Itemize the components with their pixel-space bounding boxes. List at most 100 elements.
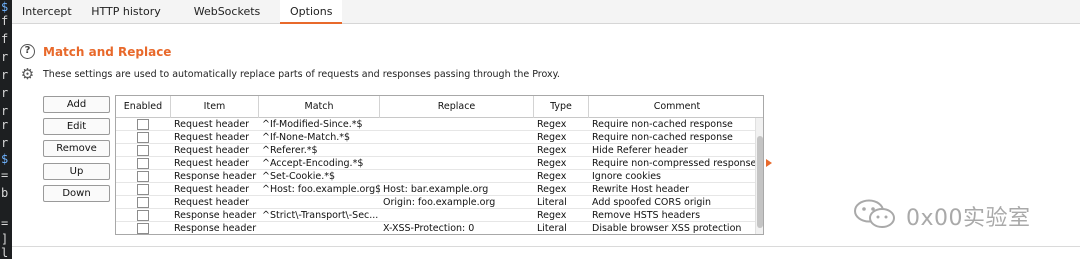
cell-replace bbox=[383, 118, 533, 131]
terminal-glyph: r bbox=[1, 136, 9, 150]
cell-item: Response header bbox=[174, 171, 257, 182]
column-header-comment[interactable]: Comment bbox=[589, 96, 763, 118]
enabled-checkbox[interactable] bbox=[137, 132, 149, 143]
cell-item: Request header bbox=[174, 145, 250, 156]
table-scrollbar[interactable] bbox=[755, 118, 763, 234]
cell-type: Regex bbox=[537, 171, 567, 182]
cell-type: Literal bbox=[537, 223, 567, 234]
table-row[interactable]: Request header Origin: foo.example.org Lit… bbox=[116, 196, 756, 209]
cell-type: Regex bbox=[537, 158, 567, 169]
watermark: 0x00实验室 bbox=[852, 197, 1072, 233]
cell-comment: Require non-cached response bbox=[592, 132, 733, 143]
tab-http-history[interactable]: HTTP history bbox=[79, 0, 173, 24]
tab-intercept[interactable]: Intercept bbox=[12, 0, 77, 24]
terminal-glyph: $ bbox=[1, 0, 9, 14]
remove-button[interactable]: Remove bbox=[43, 140, 110, 157]
table-row[interactable]: Response header ^Strict\-Transport\-Sec..… bbox=[116, 209, 756, 222]
enabled-checkbox[interactable] bbox=[137, 119, 149, 130]
cell-item: Response header bbox=[174, 223, 257, 234]
enabled-checkbox[interactable] bbox=[137, 145, 149, 156]
terminal-glyph: = bbox=[1, 216, 9, 230]
column-header-replace[interactable]: Replace bbox=[380, 96, 534, 118]
tab-options[interactable]: Options bbox=[280, 0, 342, 24]
cell-replace bbox=[383, 157, 533, 170]
terminal-glyph: f bbox=[1, 14, 9, 28]
table-row[interactable]: Request header ^Host: foo.example.org$ Hos… bbox=[116, 183, 756, 196]
watermark-text: 0x00实验室 bbox=[906, 206, 1031, 231]
expand-arrow-icon[interactable] bbox=[766, 159, 772, 167]
terminal-glyph: r bbox=[1, 104, 9, 118]
column-header-item[interactable]: Item bbox=[171, 96, 259, 118]
cell-replace: Host: bar.example.org bbox=[383, 184, 489, 195]
terminal-glyph: $ bbox=[1, 152, 9, 166]
cell-replace bbox=[383, 209, 533, 222]
down-button[interactable]: Down bbox=[43, 185, 110, 202]
cell-type: Regex bbox=[537, 119, 567, 130]
cell-replace bbox=[383, 144, 533, 157]
terminal-glyph: b bbox=[1, 186, 9, 200]
cell-replace: X-XSS-Protection: 0 bbox=[383, 223, 475, 234]
terminal-glyph: ] bbox=[1, 232, 9, 246]
cell-type: Literal bbox=[537, 197, 567, 208]
cell-replace bbox=[383, 131, 533, 144]
cell-type: Regex bbox=[537, 210, 567, 221]
cell-match: ^Host: foo.example.org$ bbox=[262, 184, 380, 195]
enabled-checkbox[interactable] bbox=[137, 184, 149, 195]
cell-match: ^Accept-Encoding.*$ bbox=[262, 158, 364, 169]
section-divider bbox=[12, 246, 1080, 247]
cell-replace bbox=[383, 170, 533, 183]
cell-replace: Origin: foo.example.org bbox=[383, 197, 496, 208]
section-description: These settings are used to automatically… bbox=[43, 69, 560, 80]
enabled-checkbox[interactable] bbox=[137, 210, 149, 221]
cell-type: Regex bbox=[537, 145, 567, 156]
table-row[interactable]: Response header X-XSS-Protection: 0 Litera… bbox=[116, 222, 756, 234]
cell-match: ^If-Modified-Since.*$ bbox=[262, 119, 363, 130]
section-title: Match and Replace bbox=[43, 45, 172, 59]
terminal-glyph: r bbox=[1, 50, 9, 64]
tab-bar: Intercept HTTP history WebSockets histor… bbox=[12, 0, 1080, 42]
terminal-glyph: l bbox=[1, 246, 9, 259]
terminal-glyph: f bbox=[1, 32, 9, 46]
cell-comment: Rewrite Host header bbox=[592, 184, 690, 195]
cell-comment: Require non-cached response bbox=[592, 119, 733, 130]
column-header-match[interactable]: Match bbox=[259, 96, 380, 118]
enabled-checkbox[interactable] bbox=[137, 197, 149, 208]
help-icon[interactable]: ? bbox=[20, 44, 35, 59]
cell-comment: Add spoofed CORS origin bbox=[592, 197, 712, 208]
table-row[interactable]: Request header ^Referer.*$ Regex Hide Refer… bbox=[116, 144, 756, 157]
cell-comment: Remove HSTS headers bbox=[592, 210, 701, 221]
edit-button[interactable]: Edit bbox=[43, 118, 110, 135]
table-row[interactable]: Request header ^If-Modified-Since.*$ Regex… bbox=[116, 118, 756, 131]
cell-match bbox=[262, 196, 380, 209]
enabled-checkbox[interactable] bbox=[137, 171, 149, 182]
cell-item: Request header bbox=[174, 132, 250, 143]
terminal-glyph: r bbox=[1, 68, 9, 82]
column-header-type[interactable]: Type bbox=[534, 96, 589, 118]
table-row[interactable]: Request header ^Accept-Encoding.*$ Regex Re… bbox=[116, 157, 756, 170]
table-row[interactable]: Request header ^If-None-Match.*$ Regex Requ… bbox=[116, 131, 756, 144]
table-header: Enabled Item Match Replace Type Comment bbox=[116, 96, 763, 118]
cell-match: ^If-None-Match.*$ bbox=[262, 132, 351, 143]
cell-comment: Disable browser XSS protection bbox=[592, 223, 742, 234]
cell-comment: Hide Referer header bbox=[592, 145, 688, 156]
terminal-strip: $ f f r r r r r r $ = b =] l bbox=[0, 0, 12, 259]
scrollbar-thumb[interactable] bbox=[757, 136, 763, 228]
table-row[interactable]: Response header ^Set-Cookie.*$ Regex Ignore… bbox=[116, 170, 756, 183]
enabled-checkbox[interactable] bbox=[137, 158, 149, 169]
cell-match bbox=[262, 222, 380, 234]
cell-item: Request header bbox=[174, 197, 250, 208]
enabled-checkbox[interactable] bbox=[137, 223, 149, 234]
gear-icon[interactable]: ⚙ bbox=[19, 66, 36, 83]
add-button[interactable]: Add bbox=[43, 96, 110, 113]
column-header-enabled[interactable]: Enabled bbox=[116, 96, 171, 118]
cell-item: Request header bbox=[174, 184, 250, 195]
tab-websockets-history[interactable]: WebSockets history bbox=[175, 0, 279, 42]
cell-match: ^Set-Cookie.*$ bbox=[262, 171, 336, 182]
cell-item: Request header bbox=[174, 119, 250, 130]
cell-comment: Ignore cookies bbox=[592, 171, 662, 182]
cell-type: Regex bbox=[537, 132, 567, 143]
up-button[interactable]: Up bbox=[43, 163, 110, 180]
cell-match: ^Strict\-Transport\-Sec... bbox=[262, 210, 379, 221]
terminal-glyph: r bbox=[1, 86, 9, 100]
cell-item: Request header bbox=[174, 158, 250, 169]
